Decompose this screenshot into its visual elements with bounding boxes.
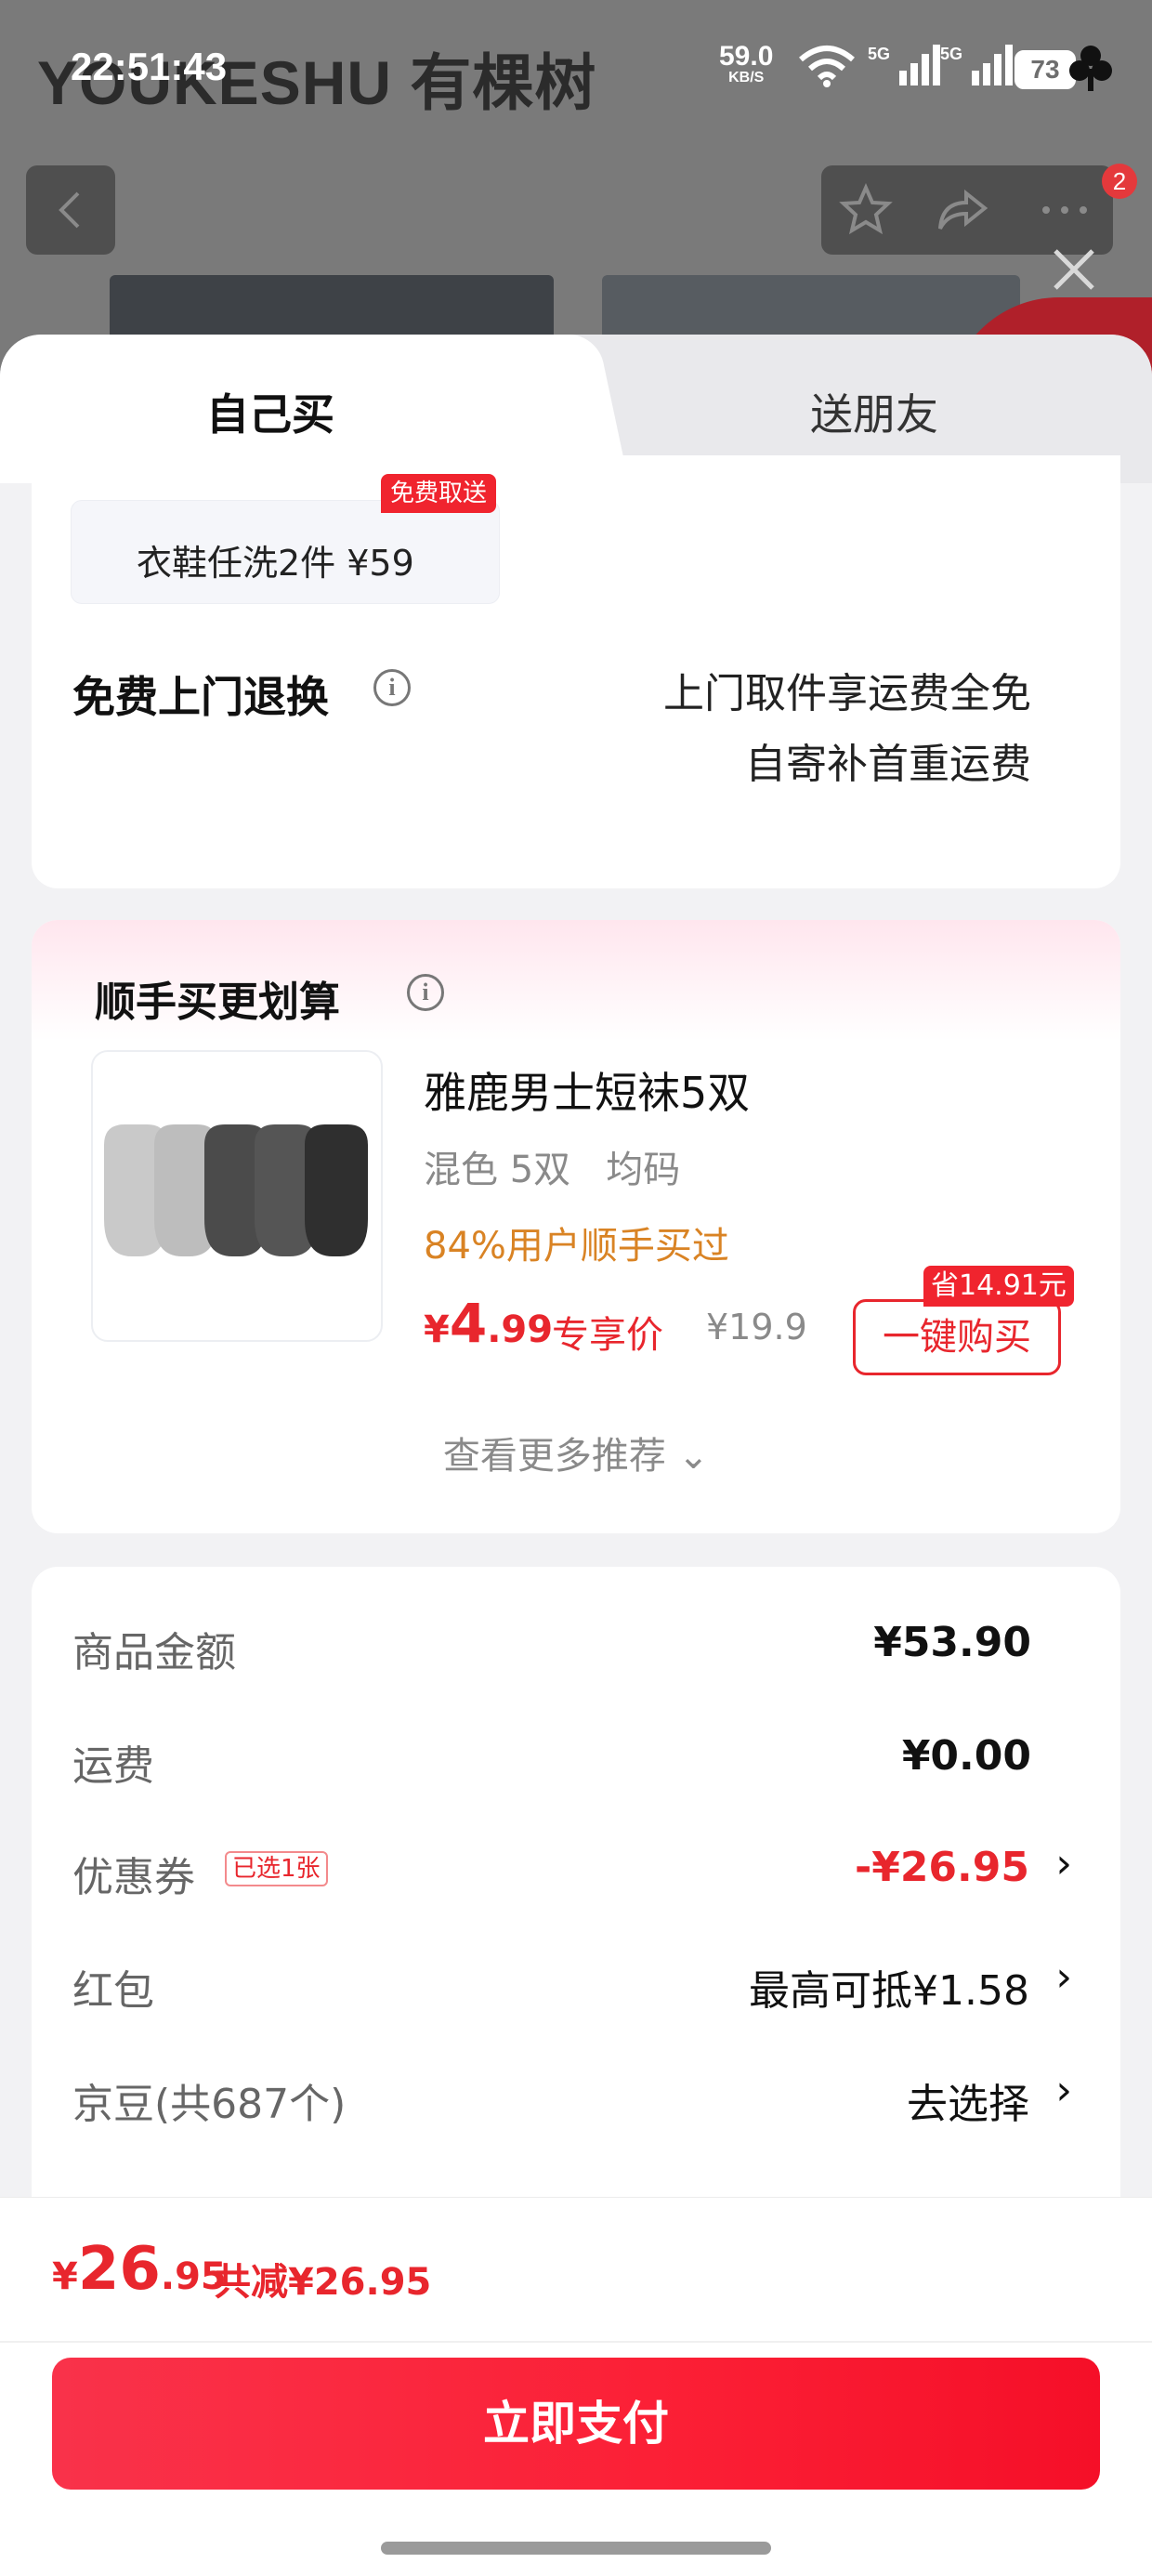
addon-title: 顺手买更划算	[95, 979, 340, 1026]
product-spec: 混色 5双 均码	[424, 1149, 681, 1191]
coupon-value[interactable]: -¥26.95	[855, 1844, 1029, 1891]
status-bar: 22:51:43 59.0 KB/S 5G 5G 73	[0, 0, 1152, 139]
service-card: 衣鞋任洗2件 ¥59 免费取送 免费上门退换 上门取件享运费全免 自寄补首重运费	[32, 455, 1120, 888]
price-integer: 4	[449, 1292, 488, 1355]
network-speed: 59.0 KB/S	[719, 41, 774, 85]
bought-together-rate: 84%用户顺手买过	[424, 1225, 729, 1268]
close-icon[interactable]	[1048, 243, 1100, 296]
wash-service-label: 衣鞋任洗2件 ¥59	[137, 543, 414, 584]
shipping-fee-value: ¥0.00	[901, 1732, 1031, 1780]
chevron-right-icon[interactable]: ›	[1055, 1953, 1072, 2001]
chevron-right-icon[interactable]: ›	[1055, 1840, 1072, 1887]
product-thumbnail[interactable]	[91, 1050, 383, 1342]
free-pickup-badge: 免费取送	[381, 474, 497, 513]
info-icon[interactable]	[407, 974, 444, 1011]
more-icon[interactable]	[1037, 193, 1093, 227]
total-currency: ¥	[52, 2255, 78, 2298]
cellular-signal-1-icon: 5G	[864, 43, 948, 93]
savings-badge: 省14.91元	[923, 1266, 1074, 1307]
pay-now-button[interactable]: 立即支付	[52, 2358, 1100, 2490]
network-type-label: 5G	[940, 45, 963, 63]
original-price: ¥19.9	[706, 1307, 807, 1347]
chevron-right-icon[interactable]: ›	[1055, 2067, 1072, 2114]
divider	[0, 2341, 1152, 2343]
total-integer: 26	[77, 2235, 161, 2304]
return-policy-line-1: 上门取件享运费全免	[663, 670, 1031, 717]
network-type-label: 5G	[868, 45, 891, 63]
product-page-background: YOUKESHU 有棵树 22:51:43 59.0 KB/S 5G 5G 73	[0, 0, 1152, 390]
chevron-left-icon	[59, 191, 80, 229]
wifi-icon	[799, 46, 855, 87]
price-decimal: .99	[487, 1308, 554, 1351]
coupon-selected-badge: 已选1张	[225, 1851, 328, 1886]
red-packet-value[interactable]: 最高可抵¥1.58	[749, 1957, 1029, 2017]
checkout-footer: ¥26.95 共减¥26.95 立即支付	[0, 2197, 1152, 2576]
free-return-title: 免费上门退换	[72, 672, 329, 722]
price-currency: ¥	[424, 1308, 450, 1351]
product-name[interactable]: 雅鹿男士短袜5双	[424, 1059, 750, 1121]
wash-service-option[interactable]: 衣鞋任洗2件 ¥59	[71, 500, 500, 604]
exclusive-price: ¥4.99	[424, 1292, 553, 1355]
summary-row-label: 红包	[72, 1967, 154, 2015]
share-icon[interactable]	[935, 182, 990, 238]
cellular-signal-2-icon: 5G	[936, 43, 1020, 93]
summary-row-label: 京豆(共687个)	[72, 2081, 347, 2128]
page-actions	[821, 165, 1113, 255]
total-price: ¥26.95	[52, 2235, 227, 2304]
total-discount: 共减¥26.95	[214, 2261, 432, 2304]
summary-row-label: 商品金额	[72, 1629, 236, 1676]
tab-self-label: 自己买	[206, 389, 334, 440]
summary-row-label: 运费	[72, 1742, 154, 1790]
status-time: 22:51:43	[71, 45, 228, 88]
addon-recommendation-card: 顺手买更划算 雅鹿男士短袜5双 混色 5双 均码 84%用户顺手买过 ¥4.99…	[32, 920, 1120, 1533]
socks-image	[104, 1124, 368, 1256]
see-more-recommendations[interactable]: 查看更多推荐 ⌄	[32, 1426, 1120, 1479]
info-icon[interactable]	[373, 669, 411, 706]
club-icon	[1069, 46, 1112, 91]
star-icon[interactable]	[838, 182, 894, 238]
jd-beans-value[interactable]: 去选择	[907, 2070, 1029, 2130]
one-click-buy-button[interactable]: 一键购买	[853, 1299, 1061, 1375]
notification-badge: 2	[1102, 164, 1137, 199]
exclusive-price-label: 专享价	[552, 1314, 663, 1357]
back-button[interactable]	[26, 165, 115, 255]
home-indicator[interactable]	[381, 2542, 771, 2555]
summary-row-label: 优惠券	[72, 1854, 195, 1901]
goods-amount-value: ¥53.90	[873, 1619, 1031, 1666]
return-policy-line-2: 自寄补首重运费	[745, 741, 1031, 788]
tab-gift-label: 送朋友	[810, 389, 938, 440]
order-summary-card: 商品金额 ¥53.90 运费 ¥0.00 优惠券 已选1张 -¥26.95 › …	[32, 1567, 1120, 2254]
battery-indicator: 73	[1015, 50, 1076, 89]
